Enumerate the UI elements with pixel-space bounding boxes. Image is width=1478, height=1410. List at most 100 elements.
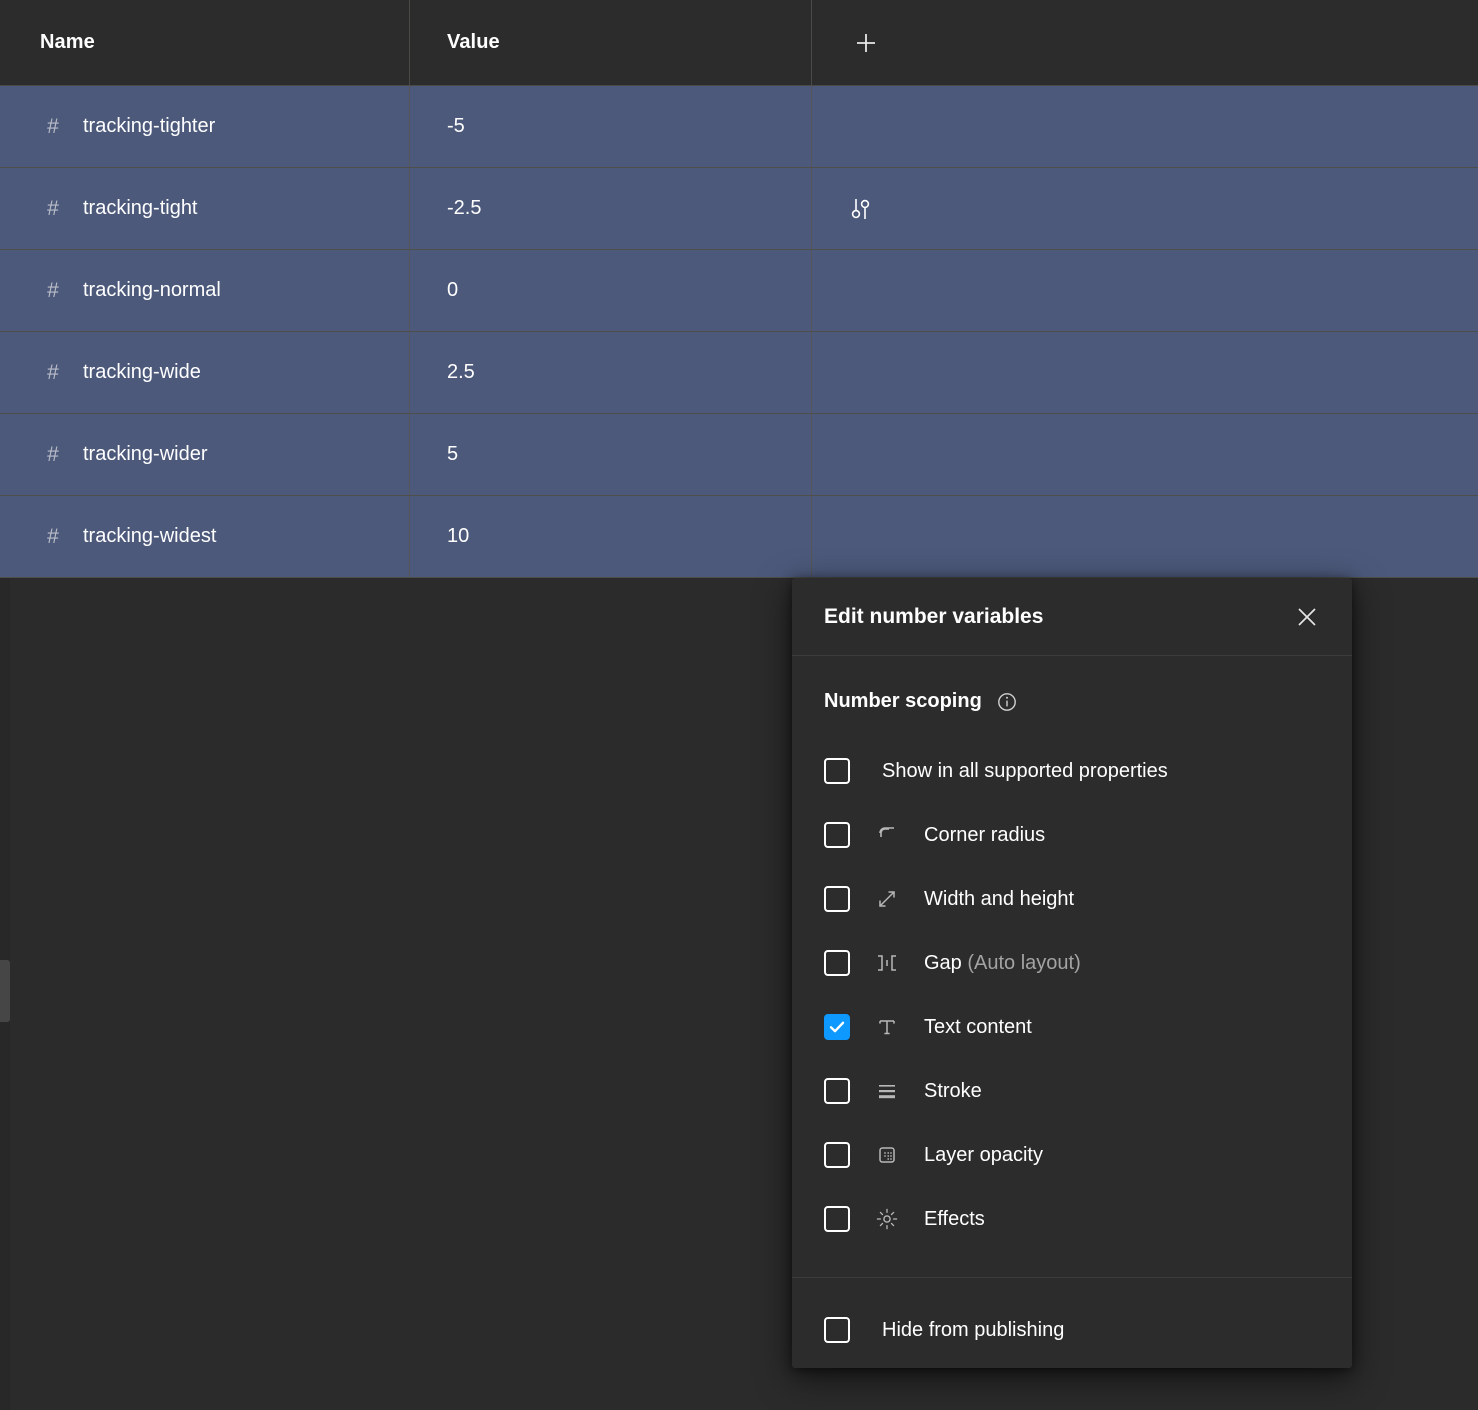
table-cell-name[interactable]: # tracking-tight xyxy=(0,168,410,249)
table-cell-name[interactable]: # tracking-wider xyxy=(0,414,410,495)
stroke-icon xyxy=(870,1079,904,1103)
scope-option-effects[interactable]: Effects xyxy=(792,1187,1352,1251)
table-cell-value[interactable]: 2.5 xyxy=(410,332,812,413)
checkbox[interactable] xyxy=(824,758,850,784)
text-content-icon xyxy=(870,1015,904,1039)
table-cell-name[interactable]: # tracking-widest xyxy=(0,496,410,577)
number-variable-hash-icon: # xyxy=(47,197,59,220)
table-cell-extra[interactable] xyxy=(812,250,1478,331)
checkbox[interactable] xyxy=(824,886,850,912)
checkbox[interactable] xyxy=(824,1206,850,1232)
check-icon xyxy=(829,1021,845,1033)
scope-option-label: Effects xyxy=(924,1207,985,1230)
variable-name-label: tracking-wider xyxy=(83,443,208,465)
number-variable-hash-icon: # xyxy=(47,115,59,138)
variable-value-label: 10 xyxy=(447,525,470,547)
scope-option-text-content[interactable]: Text content xyxy=(792,995,1352,1059)
table-row[interactable]: # tracking-tighter -5 xyxy=(0,86,1478,168)
scope-option-label-main: Gap xyxy=(924,951,962,974)
table-cell-extra[interactable] xyxy=(812,86,1478,167)
number-variable-hash-icon: # xyxy=(47,525,59,548)
column-header-add xyxy=(812,0,1478,85)
number-scoping-section: Number scoping Show in all supported pro… xyxy=(792,656,1352,1278)
checkbox[interactable] xyxy=(824,950,850,976)
scope-option-layer-opacity[interactable]: Layer opacity xyxy=(792,1123,1352,1187)
table-row[interactable]: # tracking-normal 0 xyxy=(0,250,1478,332)
table-row[interactable]: # tracking-wider 5 xyxy=(0,414,1478,496)
gap-icon xyxy=(870,951,904,975)
checkbox[interactable] xyxy=(824,1014,850,1040)
table-cell-value[interactable]: 5 xyxy=(410,414,812,495)
edit-number-variables-dialog: Edit number variables Number scoping Sho… xyxy=(792,578,1352,1368)
table-cell-name[interactable]: # tracking-wide xyxy=(0,332,410,413)
variable-value-label: -5 xyxy=(447,115,465,137)
table-cell-value[interactable]: -2.5 xyxy=(410,168,812,249)
table-cell-extra[interactable] xyxy=(812,332,1478,413)
corner-radius-icon xyxy=(870,823,904,847)
variable-name-label: tracking-widest xyxy=(83,525,217,547)
table-row[interactable]: # tracking-widest 10 xyxy=(0,496,1478,578)
scope-option-width-and-height[interactable]: Width and height xyxy=(792,867,1352,931)
variables-table: Name Value # tracking-tighter -5 # track… xyxy=(0,0,1478,578)
left-rail xyxy=(0,578,10,1410)
variable-name-label: tracking-normal xyxy=(83,279,221,301)
width-height-icon xyxy=(870,887,904,911)
variable-value-label: -2.5 xyxy=(447,197,482,219)
table-cell-name[interactable]: # tracking-tighter xyxy=(0,86,410,167)
app-root: Name Value # tracking-tighter -5 # track… xyxy=(0,0,1478,1410)
table-cell-value[interactable]: 10 xyxy=(410,496,812,577)
hide-from-publishing-label: Hide from publishing xyxy=(882,1318,1065,1341)
column-header-value[interactable]: Value xyxy=(410,0,812,85)
checkbox[interactable] xyxy=(824,1317,850,1343)
variable-value-label: 2.5 xyxy=(447,361,475,383)
close-dialog-button[interactable] xyxy=(1288,598,1326,636)
dialog-title: Edit number variables xyxy=(824,604,1044,628)
variable-name-label: tracking-wide xyxy=(83,361,201,383)
scope-option-label: Text content xyxy=(924,1015,1032,1038)
number-scoping-title: Number scoping xyxy=(824,690,982,712)
scope-option-stroke[interactable]: Stroke xyxy=(792,1059,1352,1123)
table-row[interactable]: # tracking-wide 2.5 xyxy=(0,332,1478,414)
plus-icon xyxy=(857,33,875,52)
checkbox[interactable] xyxy=(824,1078,850,1104)
table-cell-extra[interactable] xyxy=(812,496,1478,577)
scope-option-gap[interactable]: Gap (Auto layout) xyxy=(792,931,1352,995)
checkbox[interactable] xyxy=(824,822,850,848)
dialog-header: Edit number variables xyxy=(792,578,1352,656)
checkbox[interactable] xyxy=(824,1142,850,1168)
variable-name-label: tracking-tighter xyxy=(83,115,216,137)
hide-from-publishing-option[interactable]: Hide from publishing xyxy=(792,1304,1352,1356)
scope-option-label: Corner radius xyxy=(924,823,1046,846)
variable-name-label: tracking-tight xyxy=(83,197,198,219)
table-cell-value[interactable]: -5 xyxy=(410,86,812,167)
scope-option-label: Gap (Auto layout) xyxy=(924,952,1081,975)
table-row[interactable]: # tracking-tight -2.5 xyxy=(0,168,1478,250)
sliders-icon[interactable] xyxy=(846,195,874,223)
scope-option-label: Stroke xyxy=(924,1079,982,1102)
number-scoping-header: Number scoping xyxy=(792,690,1352,713)
table-cell-extra[interactable] xyxy=(812,414,1478,495)
scope-option-corner-radius[interactable]: Corner radius xyxy=(792,803,1352,867)
scope-option-label: Show in all supported properties xyxy=(882,759,1168,782)
number-variable-hash-icon: # xyxy=(47,279,59,302)
variable-value-label: 0 xyxy=(447,279,459,301)
variable-value-label: 5 xyxy=(447,443,459,465)
scope-option-label: Width and height xyxy=(924,887,1075,910)
close-icon xyxy=(1298,607,1316,626)
dialog-footer: Hide from publishing xyxy=(792,1278,1352,1382)
layer-opacity-icon xyxy=(870,1143,904,1167)
add-variable-button[interactable] xyxy=(846,23,886,63)
column-header-name-label: Name xyxy=(40,31,95,53)
column-header-name[interactable]: Name xyxy=(0,0,410,85)
table-header-row: Name Value xyxy=(0,0,1478,86)
table-cell-name[interactable]: # tracking-normal xyxy=(0,250,410,331)
number-variable-hash-icon: # xyxy=(47,361,59,384)
number-variable-hash-icon: # xyxy=(47,443,59,466)
table-cell-extra[interactable] xyxy=(812,168,1478,249)
table-cell-value[interactable]: 0 xyxy=(410,250,812,331)
scope-option-label-suffix: (Auto layout) xyxy=(961,951,1081,974)
info-icon-glyph xyxy=(997,692,1016,711)
left-rail-scroll-handle[interactable] xyxy=(0,960,10,1022)
info-icon[interactable] xyxy=(996,691,1018,713)
scope-option-show-in-all-supported-properties[interactable]: Show in all supported properties xyxy=(792,739,1352,803)
